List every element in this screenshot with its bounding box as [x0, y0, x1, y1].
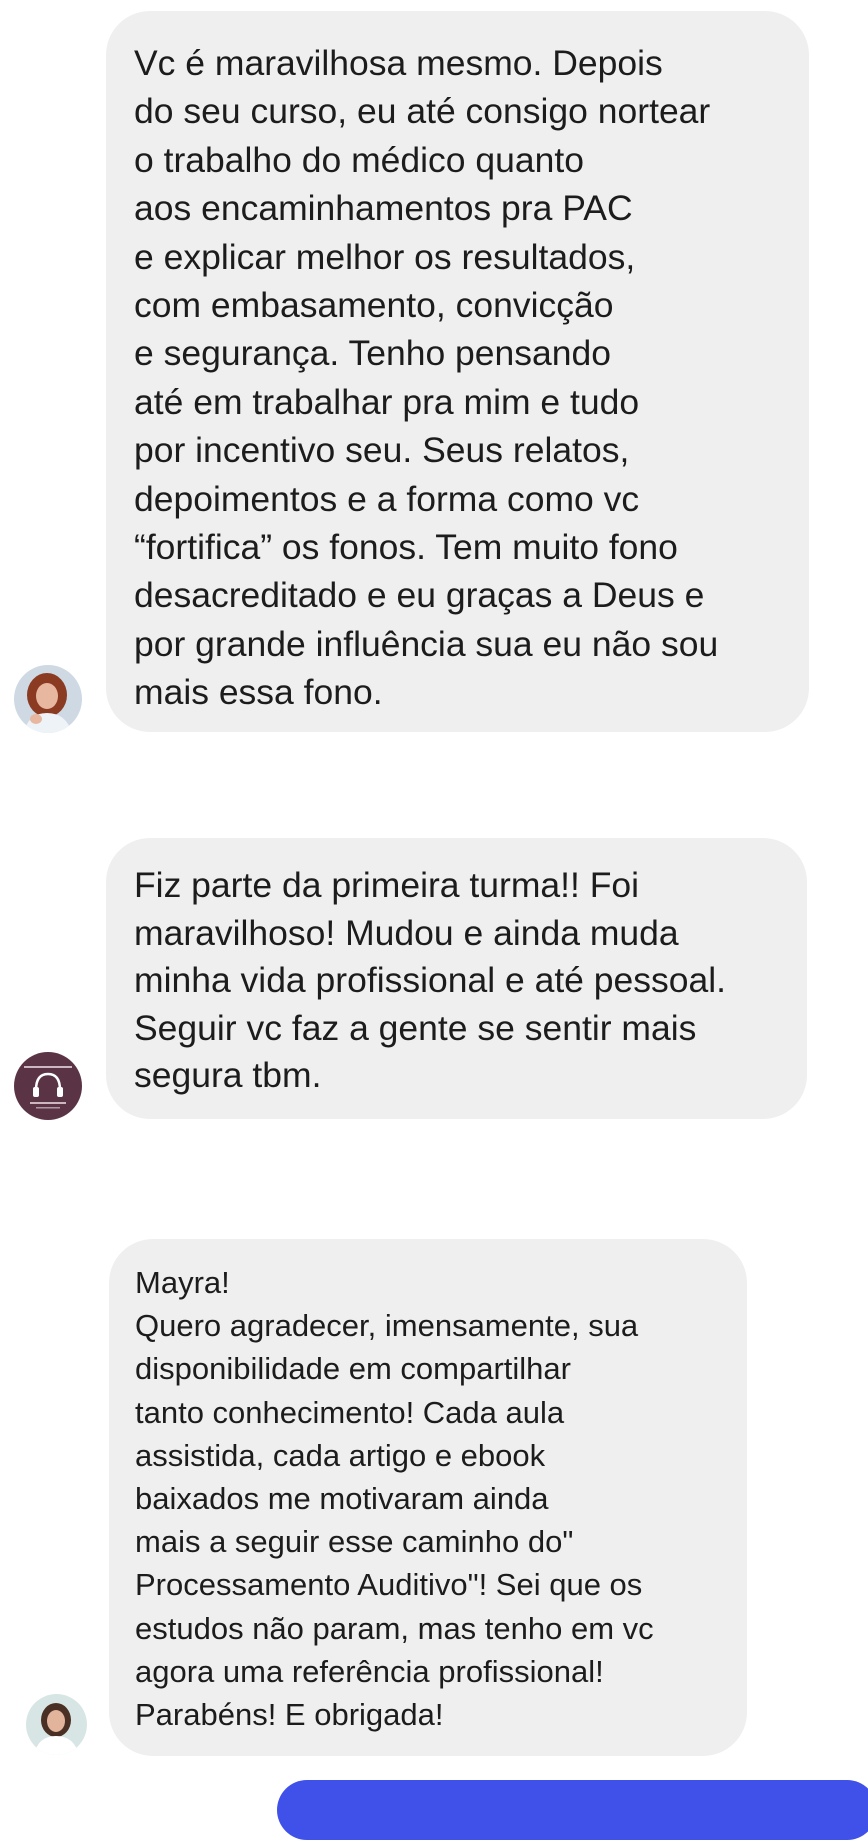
message-text: Mayra! Quero agradecer, imensamente, sua…: [135, 1265, 654, 1733]
headphones-logo-icon: [14, 1052, 82, 1120]
woman-portrait-icon: [26, 1694, 87, 1755]
message-bubble[interactable]: Mayra! Quero agradecer, imensamente, sua…: [109, 1239, 747, 1756]
message-text: Vc é maravilhosa mesmo. Depois do seu cu…: [134, 43, 719, 713]
message-bubble[interactable]: Vc é maravilhosa mesmo. Depois do seu cu…: [106, 11, 809, 732]
message-bubble[interactable]: Fiz parte da primeira turma!! Foi maravi…: [106, 838, 807, 1119]
sender-avatar[interactable]: [26, 1694, 87, 1755]
sender-avatar[interactable]: [14, 1052, 82, 1120]
woman-portrait-icon: [14, 665, 82, 733]
sender-avatar[interactable]: [14, 665, 82, 733]
message-text: Fiz parte da primeira turma!! Foi maravi…: [134, 865, 727, 1095]
action-button[interactable]: [277, 1780, 868, 1840]
